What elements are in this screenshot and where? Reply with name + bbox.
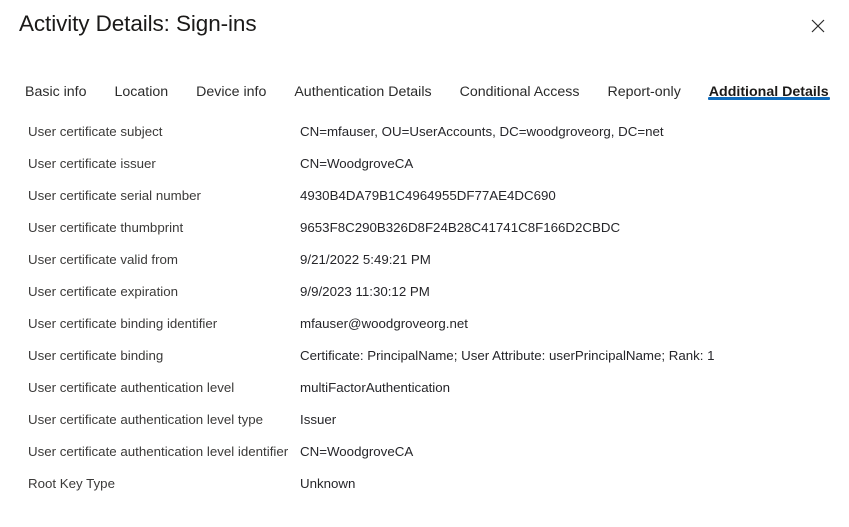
detail-label: User certificate authentication level [28, 380, 235, 395]
detail-row: Root Key Type Unknown [0, 468, 849, 500]
detail-label: User certificate subject [28, 124, 163, 139]
tab-basic-info[interactable]: Basic info [24, 76, 88, 108]
detail-value: CN=WoodgroveCA [300, 444, 414, 459]
detail-label: User certificate serial number [28, 188, 201, 203]
activity-details-panel: Activity Details: Sign-ins Basic info Loc… [0, 0, 849, 527]
detail-row: User certificate authentication level id… [0, 436, 849, 468]
tab-label: Conditional Access [459, 83, 580, 100]
detail-value: CN=WoodgroveCA [300, 156, 414, 171]
tab-report-only[interactable]: Report-only [606, 76, 681, 108]
tab-label: Authentication Details [294, 83, 432, 100]
tab-location[interactable]: Location [114, 76, 170, 108]
detail-row: User certificate authentication level mul… [0, 372, 849, 404]
detail-value: Issuer [300, 412, 337, 427]
close-icon [811, 19, 825, 33]
detail-row: User certificate thumbprint 9653F8C290B32… [0, 212, 849, 244]
detail-label: User certificate thumbprint [28, 220, 184, 235]
page-title: Activity Details: Sign-ins [19, 11, 257, 36]
detail-row: User certificate authentication level ty… [0, 404, 849, 436]
panel-header: Activity Details: Sign-ins [0, 0, 849, 62]
detail-row: User certificate expiration 9/9/2023 11:3… [0, 276, 849, 308]
tab-label: Basic info [25, 83, 87, 100]
detail-value: Unknown [300, 476, 356, 491]
detail-value: mfauser@woodgroveorg.net [300, 316, 468, 331]
details-list: User certificate subject CN=mfauser, OU=U… [0, 116, 849, 500]
detail-label: User certificate binding [28, 348, 164, 363]
detail-value: 9653F8C290B326D8F24B28C41741C8F166D2CBDC [300, 220, 621, 235]
tab-label: Location [114, 83, 169, 100]
detail-row: User certificate binding Certificate: Pri… [0, 340, 849, 372]
detail-label: User certificate binding identifier [28, 316, 218, 331]
detail-row: User certificate binding identifier mfaus… [0, 308, 849, 340]
detail-value: CN=mfauser, OU=UserAccounts, DC=woodgrov… [300, 124, 664, 139]
detail-value: 4930B4DA79B1C4964955DF77AE4DC690 [300, 188, 556, 203]
active-tab-indicator [707, 97, 830, 100]
detail-row: User certificate issuer CN=WoodgroveCA [0, 148, 849, 180]
tab-label: Report-only [607, 83, 681, 100]
close-button[interactable] [802, 10, 834, 42]
detail-value: Certificate: PrincipalName; User Attribu… [300, 348, 715, 363]
detail-label: Root Key Type [28, 476, 115, 491]
detail-value: 9/21/2022 5:49:21 PM [300, 252, 431, 267]
tab-authentication-details[interactable]: Authentication Details [293, 76, 432, 108]
detail-row: User certificate subject CN=mfauser, OU=U… [0, 116, 849, 148]
tab-conditional-access[interactable]: Conditional Access [459, 76, 581, 108]
detail-label: User certificate authentication level id… [28, 444, 289, 459]
detail-row: User certificate valid from 9/21/2022 5:4… [0, 244, 849, 276]
detail-value: multiFactorAuthentication [300, 380, 451, 395]
detail-label: User certificate issuer [28, 156, 156, 171]
detail-label: User certificate expiration [28, 284, 179, 299]
tab-label: Device info [196, 83, 267, 100]
detail-label: User certificate authentication level ty… [28, 412, 264, 427]
tab-device-info[interactable]: Device info [195, 76, 267, 108]
tab-additional-details[interactable]: Additional Details [707, 76, 830, 108]
detail-row: User certificate serial number 4930B4DA79… [0, 180, 849, 212]
detail-value: 9/9/2023 11:30:12 PM [300, 284, 430, 299]
tab-strip: Basic info Location Device info Authenticat… [0, 76, 849, 108]
detail-label: User certificate valid from [28, 252, 178, 267]
